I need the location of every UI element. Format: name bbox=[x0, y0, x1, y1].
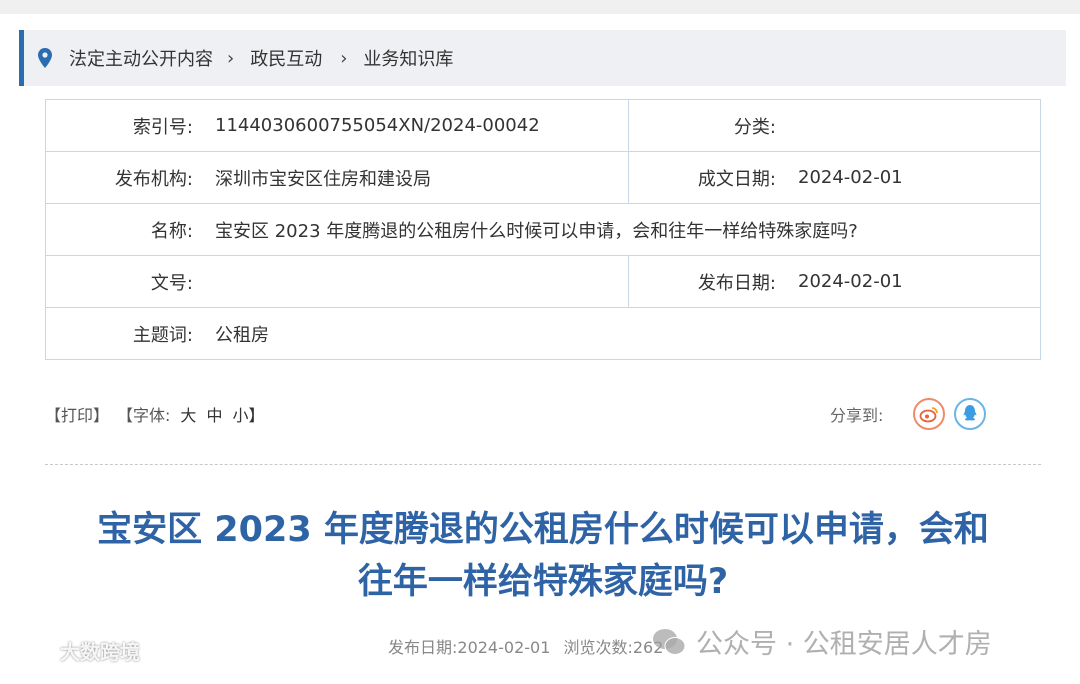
corner-watermark-text: 大数跨境 bbox=[60, 640, 140, 664]
print-button[interactable]: 【打印】 bbox=[45, 402, 109, 426]
article-pub-info: 发布日期:2024-02-01 浏览次数:262 bbox=[388, 634, 671, 658]
name-value: 宝安区 2023 年度腾退的公租房什么时候可以申请，会和往年一样给特殊家庭吗? bbox=[215, 220, 858, 242]
meta-row: 主题词: 公租房 bbox=[45, 307, 1041, 360]
divider bbox=[45, 464, 1041, 465]
publisher-value: 深圳市宝安区住房和建设局 bbox=[215, 168, 431, 190]
share-label: 分享到: bbox=[830, 406, 884, 425]
document-meta-table: 索引号: 1144030600755054XN/2024-00042 分类: 发… bbox=[45, 99, 1041, 360]
article-title-line1: 宝安区 2023 年度腾退的公租房什么时候可以申请，会和 bbox=[97, 510, 989, 550]
article-pub-date: 发布日期:2024-02-01 bbox=[388, 638, 551, 657]
created-date-label: 成文日期: bbox=[697, 168, 776, 190]
article-title: 宝安区 2023 年度腾退的公租房什么时候可以申请，会和 往年一样给特殊家庭吗? bbox=[40, 504, 1046, 608]
article-title-line2: 往年一样给特殊家庭吗? bbox=[357, 562, 729, 602]
corner-watermark-logo-icon bbox=[10, 636, 54, 665]
font-small-button[interactable]: 小】 bbox=[232, 402, 264, 426]
breadcrumb: 法定主动公开内容 › 政民互动 › 业务知识库 bbox=[19, 30, 1066, 86]
chevron-right-icon: › bbox=[227, 47, 235, 69]
page: 法定主动公开内容 › 政民互动 › 业务知识库 索引号: 11440306007… bbox=[0, 14, 1080, 684]
index-value: 1144030600755054XN/2024-00042 bbox=[215, 115, 540, 136]
corner-watermark: 大数跨境 bbox=[10, 636, 140, 665]
breadcrumb-item-public-content[interactable]: 法定主动公开内容 bbox=[69, 45, 213, 71]
meta-row: 发布机构: 深圳市宝安区住房和建设局 成文日期: 2024-02-01 bbox=[45, 151, 1041, 204]
category-label: 分类: bbox=[733, 116, 776, 138]
meta-row: 文号: 发布日期: 2024-02-01 bbox=[45, 255, 1041, 308]
chevron-right-icon: › bbox=[340, 47, 348, 69]
breadcrumb-item-interaction[interactable]: 政民互动 bbox=[250, 45, 322, 71]
publisher-label: 发布机构: bbox=[114, 168, 193, 190]
breadcrumb-item-knowledge-base[interactable]: 业务知识库 bbox=[363, 45, 453, 71]
keywords-label: 主题词: bbox=[132, 324, 193, 346]
wechat-watermark: 公众号 · 公租安居人才房 bbox=[652, 622, 992, 661]
wechat-icon bbox=[652, 628, 686, 656]
weibo-icon[interactable] bbox=[913, 398, 945, 430]
doc-number-label: 文号: bbox=[150, 272, 193, 294]
article-toolbar: 【打印】 【字体: 大 中 小】 分享到: bbox=[45, 396, 1041, 432]
font-size-label: 【字体: bbox=[117, 406, 171, 425]
created-date-value: 2024-02-01 bbox=[798, 167, 903, 188]
published-date-label: 发布日期: bbox=[697, 272, 776, 294]
keywords-value: 公租房 bbox=[215, 324, 269, 346]
font-large-button[interactable]: 大 bbox=[180, 402, 196, 426]
article-view-count: 浏览次数:262 bbox=[563, 638, 664, 657]
font-medium-button[interactable]: 中 bbox=[206, 402, 222, 426]
published-date-value: 2024-02-01 bbox=[798, 271, 903, 292]
meta-row: 索引号: 1144030600755054XN/2024-00042 分类: bbox=[45, 99, 1041, 152]
qq-icon[interactable] bbox=[954, 398, 986, 430]
location-pin-icon bbox=[38, 47, 56, 69]
wechat-watermark-text: 公众号 · 公租安居人才房 bbox=[696, 629, 992, 660]
meta-row: 名称: 宝安区 2023 年度腾退的公租房什么时候可以申请，会和往年一样给特殊家… bbox=[45, 203, 1041, 256]
index-label: 索引号: bbox=[132, 116, 193, 138]
name-label: 名称: bbox=[150, 220, 193, 242]
